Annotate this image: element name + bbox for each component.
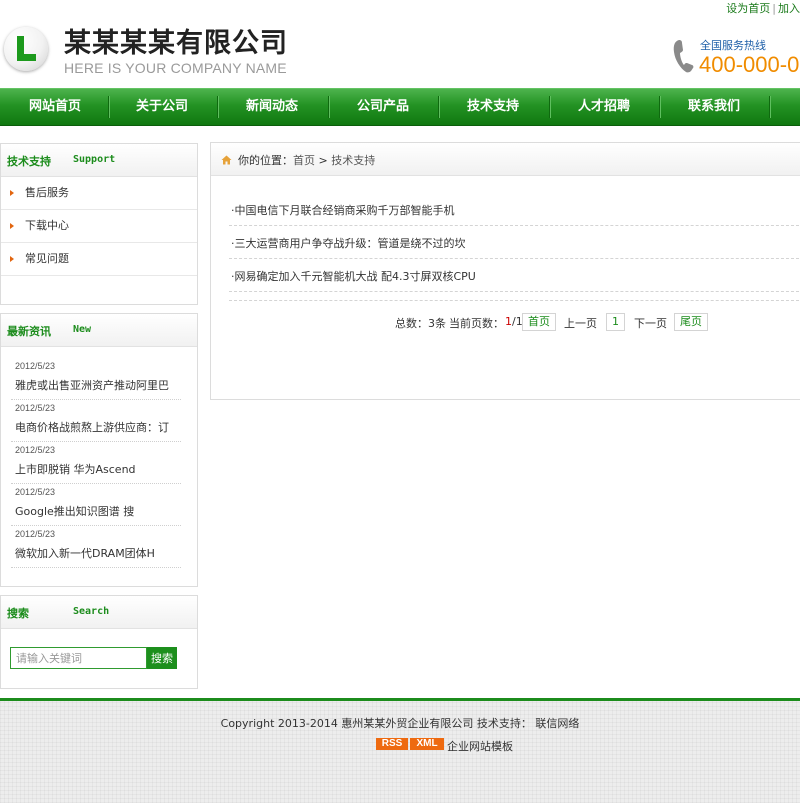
support-box: 技术支持 Support 售后服务 下载中心 常见问题 xyxy=(0,143,198,305)
pager-next-button[interactable]: 下一页 xyxy=(634,315,667,331)
article-link[interactable]: ·网易确定加入千元智能机大战 配4.3寸屏双核CPU xyxy=(231,268,476,284)
list-item: 2012/5/23 微软加入新一代DRAM团体H xyxy=(1,527,197,569)
breadcrumb-current: 技术支持 xyxy=(331,154,376,167)
pager-first-button[interactable]: 首页 xyxy=(522,313,556,331)
news-date: 2012/5/23 xyxy=(15,361,56,371)
breadcrumb-label: 你的位置： xyxy=(238,154,293,167)
pager-current-page: 1 xyxy=(505,315,512,328)
pager-current-label: 当前页数： xyxy=(449,317,504,330)
arrow-right-icon xyxy=(10,256,14,262)
list-item: 2012/5/23 Google推出知识图谱 搜 xyxy=(1,485,197,527)
news-box-header: 最新资讯 New xyxy=(1,314,197,347)
news-box-title: 最新资讯 xyxy=(7,325,51,338)
footer: Copyright 2013-2014 惠州某某外贸企业有限公司 技术支持： 联… xyxy=(0,698,800,803)
arrow-right-icon xyxy=(10,223,14,229)
article-row[interactable]: ·中国电信下月联合经销商采购千万部智能手机 xyxy=(229,193,799,226)
news-link[interactable]: 电商价格战煎熬上游供应商：订 xyxy=(15,419,181,435)
search-box-title-en: Search xyxy=(73,606,110,617)
nav-item-news[interactable]: 新闻动态 xyxy=(217,89,327,125)
rss-badge[interactable]: RSS xyxy=(376,738,408,750)
divider xyxy=(229,292,799,301)
search-button[interactable]: 搜索 xyxy=(147,647,177,669)
nav-item-jobs[interactable]: 人才招聘 xyxy=(549,89,659,125)
article-row[interactable]: ·三大运营商用户争夺战升级：管道是绕不过的坎 xyxy=(229,226,799,259)
article-link[interactable]: ·三大运营商用户争夺战升级：管道是绕不过的坎 xyxy=(231,235,466,251)
breadcrumb-home-link[interactable]: 首页 xyxy=(293,154,315,167)
divider xyxy=(11,399,181,400)
nav-item-about[interactable]: 关于公司 xyxy=(107,89,217,125)
company-name: 某某某某有限公司 xyxy=(64,28,288,59)
home-icon xyxy=(221,154,232,168)
article-link[interactable]: ·中国电信下月联合经销商采购千万部智能手机 xyxy=(231,202,455,218)
list-item: 2012/5/23 上市即脱销 华为Ascend xyxy=(1,443,197,485)
list-item: 2012/5/23 雅虎或出售亚洲资产推动阿里巴 xyxy=(1,359,197,401)
pager-prev-button[interactable]: 上一页 xyxy=(564,315,597,331)
support-box-title: 技术支持 xyxy=(7,155,51,168)
divider xyxy=(11,441,181,442)
breadcrumb-text: 你的位置：首页 > 技术支持 xyxy=(238,152,375,168)
article-row[interactable]: ·网易确定加入千元智能机大战 配4.3寸屏双核CPU xyxy=(229,259,799,292)
news-date: 2012/5/23 xyxy=(15,529,56,539)
news-box-title-en: New xyxy=(73,324,92,335)
sidebar-item-label: 下载中心 xyxy=(25,219,69,232)
news-link[interactable]: 雅虎或出售亚洲资产推动阿里巴 xyxy=(15,377,181,393)
pager-total: 总数：3条 xyxy=(395,317,446,330)
nav-item-support[interactable]: 技术支持 xyxy=(438,89,548,125)
sidebar-item-after-sales[interactable]: 售后服务 xyxy=(1,177,197,210)
divider xyxy=(11,525,181,526)
nav-item-contact[interactable]: 联系我们 xyxy=(659,89,769,125)
search-box-header: 搜索 Search xyxy=(1,596,197,629)
sidebar-item-label: 售后服务 xyxy=(25,186,69,199)
support-box-header: 技术支持 Support xyxy=(1,144,197,177)
sidebar-item-label: 常见问题 xyxy=(25,252,69,265)
breadcrumb-separator: > xyxy=(318,154,328,167)
breadcrumb: 你的位置：首页 > 技术支持 xyxy=(211,143,800,176)
news-link[interactable]: 上市即脱销 华为Ascend xyxy=(15,461,181,477)
footer-template-link[interactable]: 企业网站模板 xyxy=(447,738,513,754)
news-link[interactable]: 微软加入新一代DRAM团体H xyxy=(15,545,181,561)
sidebar-item-downloads[interactable]: 下载中心 xyxy=(1,210,197,243)
divider xyxy=(11,483,181,484)
search-box-title: 搜索 xyxy=(7,607,29,620)
hotline-number: 400-000-0 xyxy=(699,52,800,77)
logo-icon[interactable] xyxy=(4,27,48,71)
top-link-separator: | xyxy=(772,2,776,15)
arrow-right-icon xyxy=(10,190,14,196)
divider xyxy=(11,567,181,568)
list-item: 2012/5/23 电商价格战煎熬上游供应商：订 xyxy=(1,401,197,443)
nav-item-home[interactable]: 网站首页 xyxy=(0,89,110,125)
nav-item-products[interactable]: 公司产品 xyxy=(328,89,438,125)
news-link[interactable]: Google推出知识图谱 搜 xyxy=(15,503,181,519)
add-favorite-link[interactable]: 加入 xyxy=(778,2,800,15)
pager-last-button[interactable]: 尾页 xyxy=(674,313,708,331)
nav-separator xyxy=(769,96,770,118)
pager-page-button[interactable]: 1 xyxy=(606,313,625,331)
hotline-label: 全国服务热线 xyxy=(700,39,766,52)
xml-badge[interactable]: XML xyxy=(410,738,444,750)
top-links: 设为首页 | 加入 xyxy=(726,0,800,15)
news-date: 2012/5/23 xyxy=(15,403,56,413)
search-box: 搜索 Search 搜索 xyxy=(0,595,198,689)
main-nav: 网站首页 关于公司 新闻动态 公司产品 技术支持 人才招聘 联系我们 xyxy=(0,88,800,126)
main-content: 你的位置：首页 > 技术支持 ·中国电信下月联合经销商采购千万部智能手机 ·三大… xyxy=(210,142,800,400)
company-english-name: HERE IS YOUR COMPANY NAME xyxy=(64,60,287,76)
news-date: 2012/5/23 xyxy=(15,487,56,497)
news-box: 最新资讯 New 2012/5/23 雅虎或出售亚洲资产推动阿里巴 2012/5… xyxy=(0,313,198,587)
set-homepage-link[interactable]: 设为首页 xyxy=(726,2,770,15)
support-box-title-en: Support xyxy=(73,154,116,165)
footer-copyright: Copyright 2013-2014 惠州某某外贸企业有限公司 技术支持： 联… xyxy=(220,717,580,730)
search-input[interactable] xyxy=(10,647,147,669)
sidebar-item-faq[interactable]: 常见问题 xyxy=(1,243,197,276)
news-date: 2012/5/23 xyxy=(15,445,56,455)
phone-icon xyxy=(672,38,696,77)
